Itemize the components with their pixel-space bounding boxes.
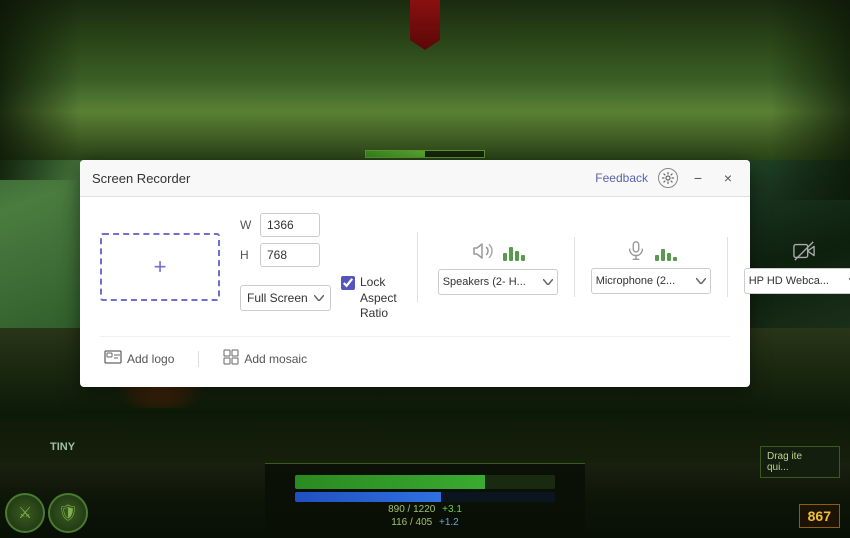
dialog-titlebar: Screen Recorder Feedback − × xyxy=(80,160,750,197)
level-bar-3 xyxy=(515,251,519,261)
mana-fill xyxy=(295,492,441,502)
speaker-icon-row xyxy=(471,239,525,263)
hud-bar: ⚔ 🛡 890 / 1220 +3.1 116 / 405 +1.2 xyxy=(0,463,850,538)
height-input[interactable] xyxy=(260,243,320,267)
unit-name: TINY xyxy=(50,441,75,453)
hud-center: 890 / 1220 +3.1 116 / 405 +1.2 xyxy=(265,463,585,538)
title-controls: Feedback − × xyxy=(595,168,738,188)
webcam-device: HP HD Webca... xyxy=(744,240,850,294)
add-mosaic-button[interactable]: Add mosaic xyxy=(219,347,311,371)
microphone-device: Microphone (2... xyxy=(591,240,711,294)
dialog-title: Screen Recorder xyxy=(92,171,190,186)
dimensions-group: W H Full Screen Lock Aspect Ratio xyxy=(240,213,397,322)
hud-icon-item[interactable]: 🛡 xyxy=(48,493,88,533)
mic-bar-1 xyxy=(655,255,659,261)
tool-divider xyxy=(198,351,199,367)
dialog-body: + W H Full Screen xyxy=(80,197,750,387)
level-bar-2 xyxy=(509,247,513,261)
webcam-icon xyxy=(793,240,815,262)
game-progress-fill xyxy=(366,151,425,157)
speaker-icon xyxy=(471,239,495,263)
minimize-button[interactable]: − xyxy=(688,168,708,188)
game-progress-bar xyxy=(365,150,485,158)
mana-bar xyxy=(295,492,555,502)
vertical-divider-3 xyxy=(727,237,728,297)
tree-right xyxy=(770,0,850,200)
fullscreen-select[interactable]: Full Screen xyxy=(240,285,331,311)
preview-plus-icon: + xyxy=(154,256,167,278)
screen-recorder-dialog: Screen Recorder Feedback − × + xyxy=(80,160,750,387)
add-logo-label: Add logo xyxy=(127,352,174,366)
screen-preview[interactable]: + xyxy=(100,233,220,301)
height-label: H xyxy=(240,248,254,262)
tools-row: Add logo Add mosaic xyxy=(100,336,730,371)
health-text: 890 / 1220 +3.1 xyxy=(388,504,462,515)
width-label: W xyxy=(240,218,254,232)
lock-aspect-text: Lock Aspect Ratio xyxy=(360,275,397,322)
webcam-select[interactable]: HP HD Webca... xyxy=(744,268,850,294)
width-row: W xyxy=(240,213,397,237)
add-logo-button[interactable]: Add logo xyxy=(100,348,178,370)
speaker-device: Speakers (2- H... xyxy=(438,239,558,295)
lock-aspect-checkbox[interactable] xyxy=(341,276,355,290)
vertical-divider-1 xyxy=(417,232,418,302)
microphone-icon xyxy=(625,240,647,262)
mic-level-bars xyxy=(655,241,677,261)
mic-bar-2 xyxy=(661,249,665,261)
logo-icon xyxy=(104,350,122,368)
game-top-scene xyxy=(0,0,850,160)
height-row: H xyxy=(240,243,397,267)
speaker-level-bars xyxy=(503,241,525,261)
microphone-select[interactable]: Microphone (2... xyxy=(591,268,711,294)
feedback-link[interactable]: Feedback xyxy=(595,171,648,185)
level-bar-1 xyxy=(503,253,507,261)
health-fill xyxy=(295,475,485,489)
banner-shape xyxy=(410,0,440,50)
dimension-inputs: W H xyxy=(240,213,397,267)
hud-icon-ability[interactable]: ⚔ xyxy=(5,493,45,533)
mana-text: 116 / 405 +1.2 xyxy=(391,517,459,528)
vertical-divider-2 xyxy=(574,237,575,297)
main-controls-row: + W H Full Screen xyxy=(100,213,730,322)
width-input[interactable] xyxy=(260,213,320,237)
fullscreen-row: Full Screen Lock Aspect Ratio xyxy=(240,275,397,322)
mic-bar-4 xyxy=(673,257,677,261)
banner xyxy=(385,0,465,60)
lock-aspect-label[interactable]: Lock Aspect Ratio xyxy=(341,275,397,322)
mosaic-icon xyxy=(223,349,239,369)
mic-icon-row xyxy=(625,240,677,262)
audio-controls: Speakers (2- H... xyxy=(438,237,850,297)
speaker-select[interactable]: Speakers (2- H... xyxy=(438,269,558,295)
mic-bar-3 xyxy=(667,253,671,261)
add-mosaic-label: Add mosaic xyxy=(244,352,307,366)
close-button[interactable]: × xyxy=(718,168,738,188)
hud-right-tip: Drag ite qui... xyxy=(760,446,840,478)
level-bar-4 xyxy=(521,255,525,261)
hud-left-icons: ⚔ 🛡 xyxy=(5,493,88,533)
settings-icon[interactable] xyxy=(658,168,678,188)
webcam-icon-row xyxy=(793,240,815,262)
tree-left xyxy=(0,0,80,180)
health-bar xyxy=(295,475,555,489)
hud-gold: 867 xyxy=(799,504,840,528)
